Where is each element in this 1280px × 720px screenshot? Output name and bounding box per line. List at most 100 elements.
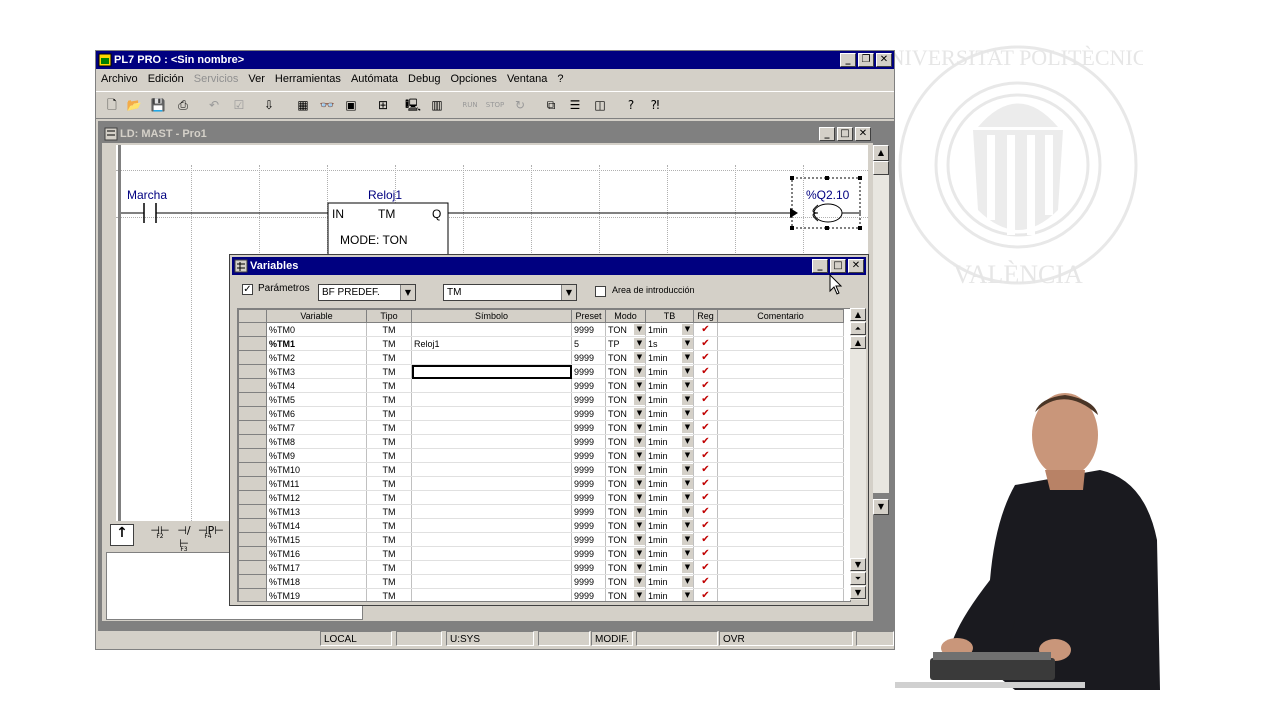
tipo-cell[interactable]: TM	[366, 490, 412, 505]
simbolo-cell[interactable]	[411, 406, 572, 421]
preset-cell[interactable]: 9999	[571, 588, 606, 601]
tb-cell[interactable]: 1min ▼	[645, 434, 694, 449]
reg-check-icon[interactable]: ✔	[701, 436, 709, 447]
modo-cell[interactable]: TP ▼	[605, 336, 646, 351]
vars-close-button[interactable]: ✕	[848, 259, 864, 273]
table-row[interactable]: %TM4 TM 9999 TON ▼ 1min ▼ ✔	[238, 378, 844, 393]
tipo-cell[interactable]: TM	[366, 588, 412, 601]
variable-cell[interactable]: %TM4	[266, 378, 367, 393]
network-icon[interactable]: ⊞	[373, 95, 393, 115]
table-row[interactable]: %TM12 TM 9999 TON ▼ 1min ▼ ✔	[238, 490, 844, 505]
comentario-cell[interactable]	[717, 350, 844, 365]
area-introduccion-checkbox[interactable]	[595, 286, 606, 297]
chevron-down-icon[interactable]: ▼	[682, 380, 693, 391]
variable-cell[interactable]: %TM10	[266, 462, 367, 477]
reg-check-icon[interactable]: ✔	[701, 492, 709, 503]
type-select[interactable]: TM ▼	[443, 284, 577, 301]
table-row[interactable]: %TM7 TM 9999 TON ▼ 1min ▼ ✔	[238, 420, 844, 435]
variable-cell[interactable]: %TM7	[266, 420, 367, 435]
chevron-down-icon[interactable]: ▼	[682, 352, 693, 363]
scroll-up-icon[interactable]: ▲	[850, 336, 866, 349]
simbolo-cell[interactable]	[411, 322, 572, 337]
preset-cell[interactable]: 9999	[571, 434, 606, 449]
ld-close-button[interactable]: ✕	[855, 127, 871, 141]
close-button[interactable]: ✕	[876, 53, 892, 67]
reg-check-icon[interactable]: ✔	[701, 394, 709, 405]
chevron-down-icon[interactable]: ▼	[634, 450, 645, 461]
scroll-down-icon[interactable]: ▼	[850, 558, 866, 571]
chevron-down-icon[interactable]: ▼	[682, 408, 693, 419]
tb-cell[interactable]: 1min ▼	[645, 476, 694, 491]
variable-cell[interactable]: %TM12	[266, 490, 367, 505]
col-modo[interactable]: Modo	[605, 309, 646, 323]
open-folder-icon[interactable]: 📂	[124, 95, 144, 115]
col-preset[interactable]: Preset	[571, 309, 606, 323]
reg-cell[interactable]: ✔	[693, 504, 718, 519]
reg-check-icon[interactable]: ✔	[701, 548, 709, 559]
reg-check-icon[interactable]: ✔	[701, 366, 709, 377]
menu-opciones[interactable]: Opciones	[450, 73, 496, 85]
table-row[interactable]: %TM5 TM 9999 TON ▼ 1min ▼ ✔	[238, 392, 844, 407]
chevron-down-icon[interactable]: ▼	[634, 548, 645, 559]
comentario-cell[interactable]	[717, 504, 844, 519]
preset-cell[interactable]: 9999	[571, 448, 606, 463]
tb-cell[interactable]: 1min ▼	[645, 378, 694, 393]
vars-vertical-scrollbar[interactable]: ▲ ⏶ ▲ ▼ ⏷ ▼	[850, 308, 866, 600]
ld-minimize-button[interactable]: _	[819, 127, 835, 141]
reg-cell[interactable]: ✔	[693, 406, 718, 421]
table-row[interactable]: %TM14 TM 9999 TON ▼ 1min ▼ ✔	[238, 518, 844, 533]
variable-cell[interactable]: %TM18	[266, 574, 367, 589]
table-row[interactable]: %TM10 TM 9999 TON ▼ 1min ▼ ✔	[238, 462, 844, 477]
simbolo-cell[interactable]	[411, 420, 572, 435]
reg-cell[interactable]: ✔	[693, 518, 718, 533]
chevron-down-icon[interactable]: ▼	[682, 338, 693, 349]
ld-maximize-button[interactable]: □	[837, 127, 853, 141]
chevron-down-icon[interactable]: ▼	[682, 534, 693, 545]
comentario-cell[interactable]	[717, 434, 844, 449]
chevron-down-icon[interactable]: ▼	[634, 506, 645, 517]
table-row[interactable]: %TM13 TM 9999 TON ▼ 1min ▼ ✔	[238, 504, 844, 519]
tb-cell[interactable]: 1min ▼	[645, 574, 694, 589]
variable-cell[interactable]: %TM16	[266, 546, 367, 561]
col-tb[interactable]: TB	[645, 309, 694, 323]
chevron-down-icon[interactable]: ▼	[634, 436, 645, 447]
tipo-cell[interactable]: TM	[366, 336, 412, 351]
reg-cell[interactable]: ✔	[693, 560, 718, 575]
chevron-down-icon[interactable]: ▼	[634, 478, 645, 489]
tb-cell[interactable]: 1min ▼	[645, 364, 694, 379]
reg-check-icon[interactable]: ✔	[701, 478, 709, 489]
tb-cell[interactable]: 1min ▼	[645, 518, 694, 533]
vars-minimize-button[interactable]: _	[812, 259, 828, 273]
run-icon[interactable]: RUN	[460, 95, 480, 115]
chevron-down-icon[interactable]: ▼	[682, 436, 693, 447]
preset-cell[interactable]: 9999	[571, 504, 606, 519]
tipo-cell[interactable]: TM	[366, 364, 412, 379]
tipo-cell[interactable]: TM	[366, 574, 412, 589]
print-icon[interactable]: ⎙	[173, 95, 193, 115]
variable-cell[interactable]: %TM0	[266, 322, 367, 337]
ld-vertical-scrollbar[interactable]: ▲ ▼	[873, 145, 889, 515]
new-file-icon[interactable]: 🗋	[102, 95, 122, 115]
tb-cell[interactable]: 1min ▼	[645, 546, 694, 561]
chevron-down-icon[interactable]: ▼	[682, 450, 693, 461]
contact-nc-icon[interactable]: ⊣/⊢ F3	[174, 524, 194, 553]
table-row[interactable]: %TM8 TM 9999 TON ▼ 1min ▼ ✔	[238, 434, 844, 449]
comentario-cell[interactable]	[717, 406, 844, 421]
menu-debug[interactable]: Debug	[408, 73, 440, 85]
comentario-cell[interactable]	[717, 448, 844, 463]
restore-button[interactable]: ❐	[858, 53, 874, 67]
tipo-cell[interactable]: TM	[366, 392, 412, 407]
simbolo-cell[interactable]	[411, 364, 572, 379]
comentario-cell[interactable]	[717, 420, 844, 435]
chevron-down-icon[interactable]: ▼	[634, 408, 645, 419]
scroll-up-icon[interactable]: ▲	[873, 145, 889, 161]
table-row[interactable]: %TM2 TM 9999 TON ▼ 1min ▼ ✔	[238, 350, 844, 365]
variable-cell[interactable]: %TM15	[266, 532, 367, 547]
simbolo-cell[interactable]	[411, 532, 572, 547]
chevron-down-icon[interactable]: ▼	[682, 520, 693, 531]
tipo-cell[interactable]: TM	[366, 532, 412, 547]
tb-cell[interactable]: 1min ▼	[645, 448, 694, 463]
simbolo-cell[interactable]	[411, 462, 572, 477]
simbolo-cell[interactable]	[411, 490, 572, 505]
simbolo-cell[interactable]	[411, 392, 572, 407]
